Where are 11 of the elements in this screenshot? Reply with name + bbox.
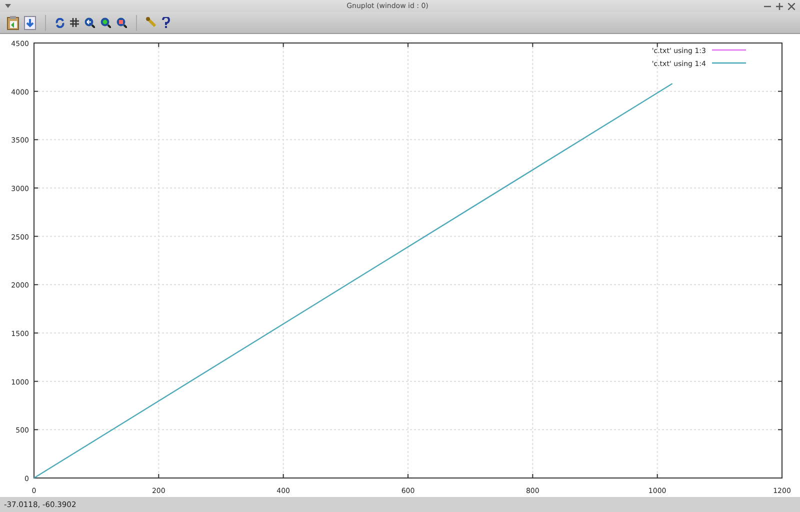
zoom-forward-icon[interactable] [100,17,111,28]
help-icon[interactable] [162,17,170,28]
maximize-icon[interactable] [776,2,783,10]
close-icon[interactable] [788,2,795,10]
refresh-icon[interactable] [55,18,65,28]
menu-icon[interactable] [5,4,11,8]
zoom-reset-icon[interactable] [116,17,127,28]
zoom-back-icon[interactable] [84,17,95,28]
export-icon[interactable] [24,16,36,30]
clipboard-icon[interactable] [7,16,19,30]
grid-icon[interactable] [70,18,79,27]
